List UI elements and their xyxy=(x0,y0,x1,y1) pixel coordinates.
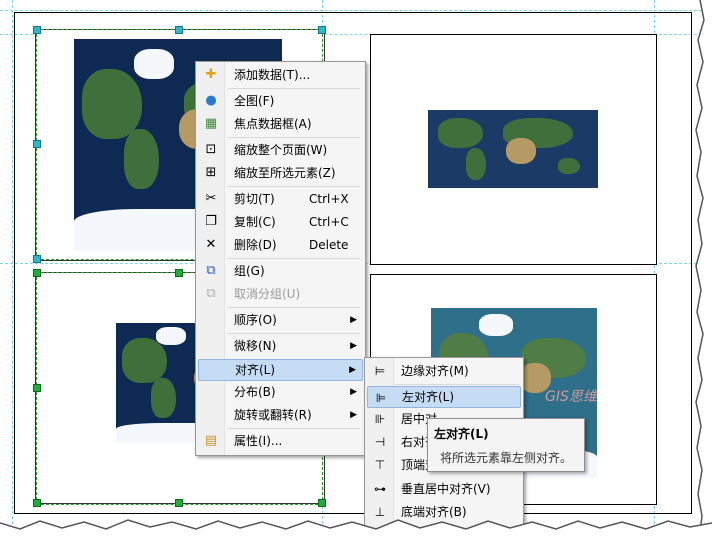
menu-item-cut[interactable]: ✂ 剪切(T) Ctrl+X xyxy=(198,188,363,210)
submenu-arrow-icon: ▶ xyxy=(349,365,356,375)
menu-item-label: 缩放整个页面(W) xyxy=(234,143,328,157)
submenu-item-align-vertical-center[interactable]: ⊶ 垂直居中对齐(V) xyxy=(367,478,521,500)
ungroup-icon: ⧉ xyxy=(206,286,216,301)
menu-item-label: 添加数据(T)... xyxy=(234,68,311,82)
resize-handle[interactable] xyxy=(33,26,41,34)
menu-item-align[interactable]: 对齐(L) ▶ xyxy=(198,359,363,381)
submenu-item-label: 左对齐(L) xyxy=(402,390,455,404)
tooltip: 左对齐(L) 将所选元素靠左侧对齐。 xyxy=(427,418,585,472)
align-top-icon: ⊤ xyxy=(374,458,386,472)
world-map-image xyxy=(428,110,598,188)
menu-item-order[interactable]: 顺序(O) ▶ xyxy=(198,309,363,331)
menu-item-label: 删除(D) xyxy=(234,238,277,252)
resize-handle[interactable] xyxy=(33,140,41,148)
align-vertical-center-icon: ⊶ xyxy=(374,482,386,496)
align-left-icon: ⊫ xyxy=(375,391,387,405)
menu-item-label: 全图(F) xyxy=(234,94,275,108)
resize-handle[interactable] xyxy=(175,269,183,277)
resize-handle[interactable] xyxy=(175,26,183,34)
menu-item-label: 焦点数据框(A) xyxy=(234,117,312,131)
submenu-item-label: 垂直居中对齐(V) xyxy=(401,482,491,496)
menu-item-label: 分布(B) xyxy=(234,385,276,399)
submenu-item-align-to-margins[interactable]: ⊨ 边缘对齐(M) xyxy=(367,360,521,382)
watermark: GIS思维 xyxy=(545,389,597,405)
resize-handle[interactable] xyxy=(318,26,326,34)
group-icon: ⧉ xyxy=(206,263,216,278)
menu-item-distribute[interactable]: 分布(B) ▶ xyxy=(198,381,363,403)
menu-item-delete[interactable]: ✕ 删除(D) Delete xyxy=(198,234,363,256)
menu-item-focus-data-frame[interactable]: ▦ 焦点数据框(A) xyxy=(198,113,363,135)
menu-item-label: 取消分组(U) xyxy=(234,287,301,301)
add-data-icon: ✚ xyxy=(205,67,217,82)
resize-handle[interactable] xyxy=(175,499,183,507)
guide-line-left xyxy=(12,0,13,539)
menu-item-properties[interactable]: ▤ 属性(I)... xyxy=(198,430,363,452)
menu-item-label: 顺序(O) xyxy=(234,313,277,327)
zoom-whole-page-icon: ⊡ xyxy=(205,142,217,157)
resize-handle[interactable] xyxy=(33,255,41,263)
submenu-item-align-left[interactable]: ⊫ 左对齐(L) xyxy=(367,386,521,408)
resize-handle[interactable] xyxy=(318,499,326,507)
zoom-to-selected-icon: ⊞ xyxy=(205,165,217,180)
resize-handle[interactable] xyxy=(33,499,41,507)
copy-icon: ❐ xyxy=(205,214,217,229)
menu-item-label: 微移(N) xyxy=(234,339,277,353)
torn-edge-right xyxy=(695,0,712,539)
menu-item-copy[interactable]: ❐ 复制(C) Ctrl+C xyxy=(198,211,363,233)
menu-item-nudge[interactable]: 微移(N) ▶ xyxy=(198,335,363,357)
menu-item-label: 旋转或翻转(R) xyxy=(234,408,312,422)
menu-item-full-extent[interactable]: ● 全图(F) xyxy=(198,90,363,112)
delete-icon: ✕ xyxy=(205,237,217,252)
torn-edge-bottom xyxy=(0,519,712,539)
menu-separator xyxy=(228,88,360,89)
menu-item-add-data[interactable]: ✚ 添加数据(T)... xyxy=(198,64,363,86)
focus-data-frame-icon: ▦ xyxy=(204,116,218,131)
align-to-margins-icon: ⊨ xyxy=(374,364,386,378)
resize-handle[interactable] xyxy=(33,384,41,392)
data-frame-top-right[interactable] xyxy=(370,34,657,265)
menu-separator xyxy=(228,333,360,334)
menu-item-shortcut: Ctrl+X xyxy=(309,192,349,206)
submenu-arrow-icon: ▶ xyxy=(350,341,357,351)
menu-item-rotate-flip[interactable]: 旋转或翻转(R) ▶ xyxy=(198,404,363,426)
menu-item-label: 组(G) xyxy=(234,264,265,278)
menu-separator xyxy=(395,384,519,385)
menu-separator xyxy=(228,307,360,308)
submenu-arrow-icon: ▶ xyxy=(350,315,357,325)
full-extent-icon: ● xyxy=(205,93,217,108)
menu-item-label: 剪切(T) xyxy=(234,192,275,206)
menu-separator xyxy=(228,428,360,429)
menu-separator xyxy=(228,258,360,259)
submenu-item-label: 边缘对齐(M) xyxy=(401,364,469,378)
menu-item-label: 复制(C) xyxy=(234,215,276,229)
cut-icon: ✂ xyxy=(205,191,217,206)
menu-item-label: 属性(I)... xyxy=(234,434,283,448)
menu-item-label: 缩放至所选元素(Z) xyxy=(234,166,336,180)
menu-item-zoom-to-selected[interactable]: ⊞ 缩放至所选元素(Z) xyxy=(198,162,363,184)
align-right-icon: ⊣ xyxy=(374,435,386,449)
menu-item-label: 对齐(L) xyxy=(235,363,276,377)
tooltip-title: 左对齐(L) xyxy=(434,427,489,441)
tooltip-description: 将所选元素靠左侧对齐。 xyxy=(440,451,573,465)
properties-icon: ▤ xyxy=(204,433,218,448)
menu-separator xyxy=(228,186,360,187)
submenu-arrow-icon: ▶ xyxy=(350,410,357,420)
submenu-arrow-icon: ▶ xyxy=(350,387,357,397)
menu-item-zoom-whole-page[interactable]: ⊡ 缩放整个页面(W) xyxy=(198,139,363,161)
menu-item-ungroup[interactable]: ⧉ 取消分组(U) xyxy=(198,283,363,305)
menu-separator xyxy=(228,137,360,138)
resize-handle[interactable] xyxy=(33,269,41,277)
align-center-icon: ⊪ xyxy=(374,412,386,426)
guide-line-top xyxy=(0,10,712,11)
context-menu: ✚ 添加数据(T)... ● 全图(F) ▦ 焦点数据框(A) ⊡ 缩放整个页面… xyxy=(195,61,366,456)
menu-item-shortcut: Ctrl+C xyxy=(309,215,349,229)
menu-item-shortcut: Delete xyxy=(309,238,349,252)
menu-item-group[interactable]: ⧉ 组(G) xyxy=(198,260,363,282)
